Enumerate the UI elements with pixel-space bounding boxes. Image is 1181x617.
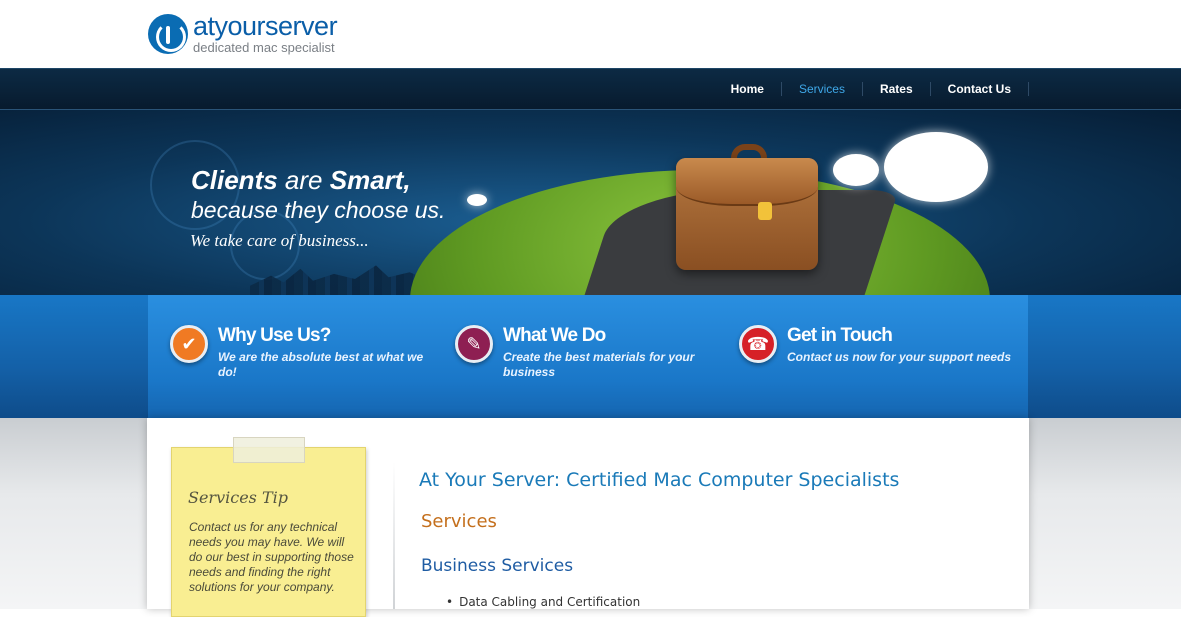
feature-desc: Create the best materials for your busin… xyxy=(503,350,695,379)
feature-desc: Contact us now for your support needs xyxy=(787,350,1012,364)
hero-subtitle: because they choose us. xyxy=(191,197,446,223)
nav-contact-us[interactable]: Contact Us xyxy=(931,82,1029,96)
phone-icon: ☎ xyxy=(739,325,777,363)
logo-title: atyourserver xyxy=(193,11,338,41)
nav-home[interactable]: Home xyxy=(714,82,782,96)
hero-title: Clients are Smart, xyxy=(191,165,411,195)
logo-subtitle: dedicated mac specialist xyxy=(193,40,335,55)
cloud-tiny xyxy=(467,194,487,206)
logo[interactable]: atyourserver dedicated mac specialist xyxy=(148,11,338,55)
list-item: Data Cabling and Certification xyxy=(446,595,640,609)
feature-title: Get in Touch xyxy=(787,325,893,346)
checkmark-icon: ✔ xyxy=(170,325,208,363)
cloud-large xyxy=(884,132,988,202)
main-nav: Home Services Rates Contact Us xyxy=(714,82,1029,96)
nav-services[interactable]: Services xyxy=(782,82,863,96)
note-text: Contact us for any technical needs you m… xyxy=(189,520,354,594)
feature-title: Why Use Us? xyxy=(218,325,331,346)
logo-power-icon xyxy=(148,13,188,54)
pencil-icon: ✎ xyxy=(455,325,493,363)
hero-banner xyxy=(0,110,1181,296)
column-divider xyxy=(393,462,395,609)
site-header: atyourserver dedicated mac specialist xyxy=(0,0,1181,68)
briefcase-image xyxy=(676,158,818,270)
page-title: At Your Server: Certified Mac Computer S… xyxy=(419,469,900,491)
feature-band: ✔ Why Use Us? We are the absolute best a… xyxy=(0,295,1181,418)
briefcase-lock xyxy=(758,202,772,220)
feature-desc: We are the absolute best at what we do! xyxy=(218,350,424,379)
feature-get-in-touch[interactable]: ☎ Get in Touch Contact us now for your s… xyxy=(739,325,1017,365)
note-title: Services Tip xyxy=(188,488,288,507)
section-title: Services xyxy=(421,511,497,532)
tape-decoration xyxy=(233,437,305,463)
feature-title: What We Do xyxy=(503,325,606,346)
feature-what-we-do[interactable]: ✎ What We Do Create the best materials f… xyxy=(455,325,698,380)
sub-title: Business Services xyxy=(421,556,574,576)
hero-tagline: We take care of business... xyxy=(190,231,369,250)
nav-rates[interactable]: Rates xyxy=(863,82,931,96)
feature-why-use-us[interactable]: ✔ Why Use Us? We are the absolute best a… xyxy=(170,325,443,380)
nav-bar: Home Services Rates Contact Us xyxy=(0,68,1181,110)
cloud-small xyxy=(833,154,879,186)
